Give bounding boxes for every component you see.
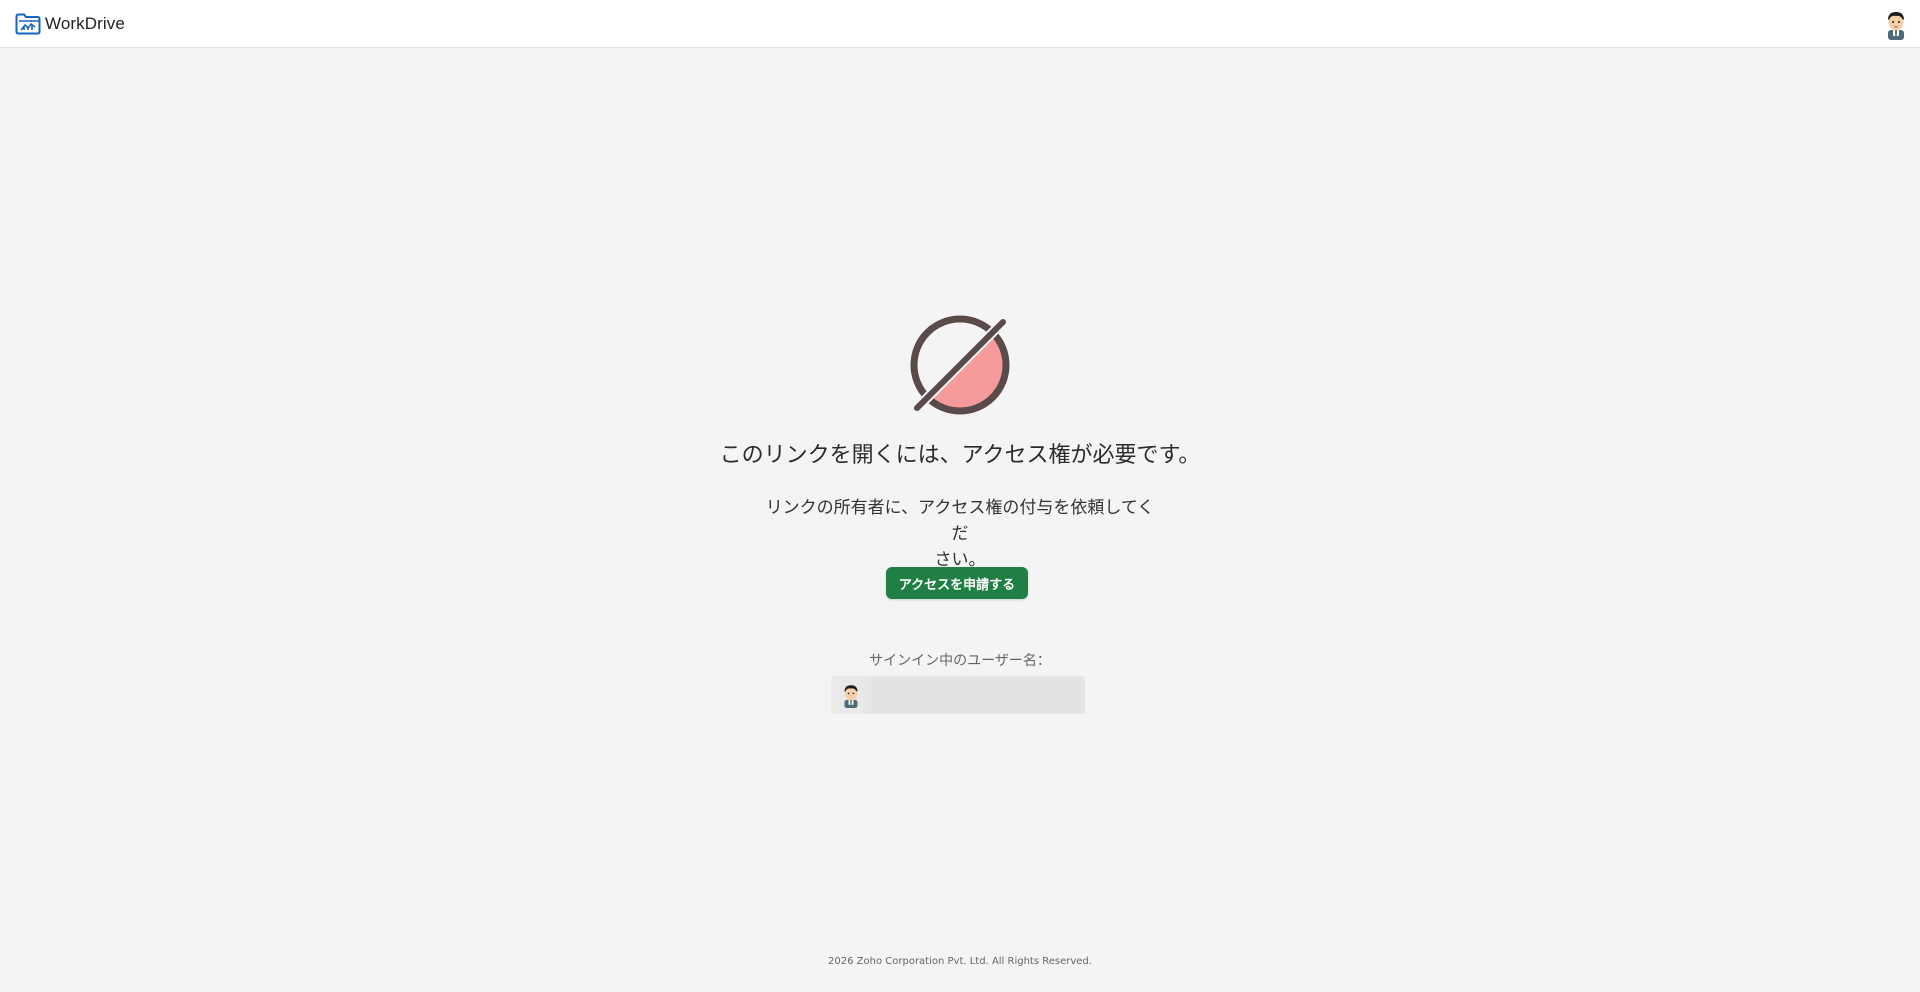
request-access-button[interactable]: アクセスを申請する <box>886 567 1028 599</box>
access-request-message: リンクの所有者に、アクセス権の付与を依頼してくだ さい。 <box>760 495 1160 573</box>
redacted-user-name <box>869 676 1085 714</box>
no-access-icon <box>909 314 1011 416</box>
workdrive-folder-icon <box>15 13 41 35</box>
user-avatar-icon[interactable] <box>1880 8 1912 40</box>
signed-in-user-chip <box>831 676 1085 714</box>
footer-copyright: 2026 Zoho Corporation Pvt. Ltd. All Righ… <box>828 956 1092 967</box>
signed-in-user-label: サインイン中のユーザー名： <box>869 653 1051 669</box>
message-line-1: リンクの所有者に、アクセス権の付与を依頼してくだ <box>765 498 1155 544</box>
access-required-title: このリンクを開くには、アクセス権が必要です。 <box>719 443 1201 468</box>
workdrive-logo-link[interactable]: WorkDrive <box>15 10 125 38</box>
user-avatar-icon <box>844 685 858 708</box>
top-bar: WorkDrive <box>0 0 1920 48</box>
app-name: WorkDrive <box>45 14 125 33</box>
